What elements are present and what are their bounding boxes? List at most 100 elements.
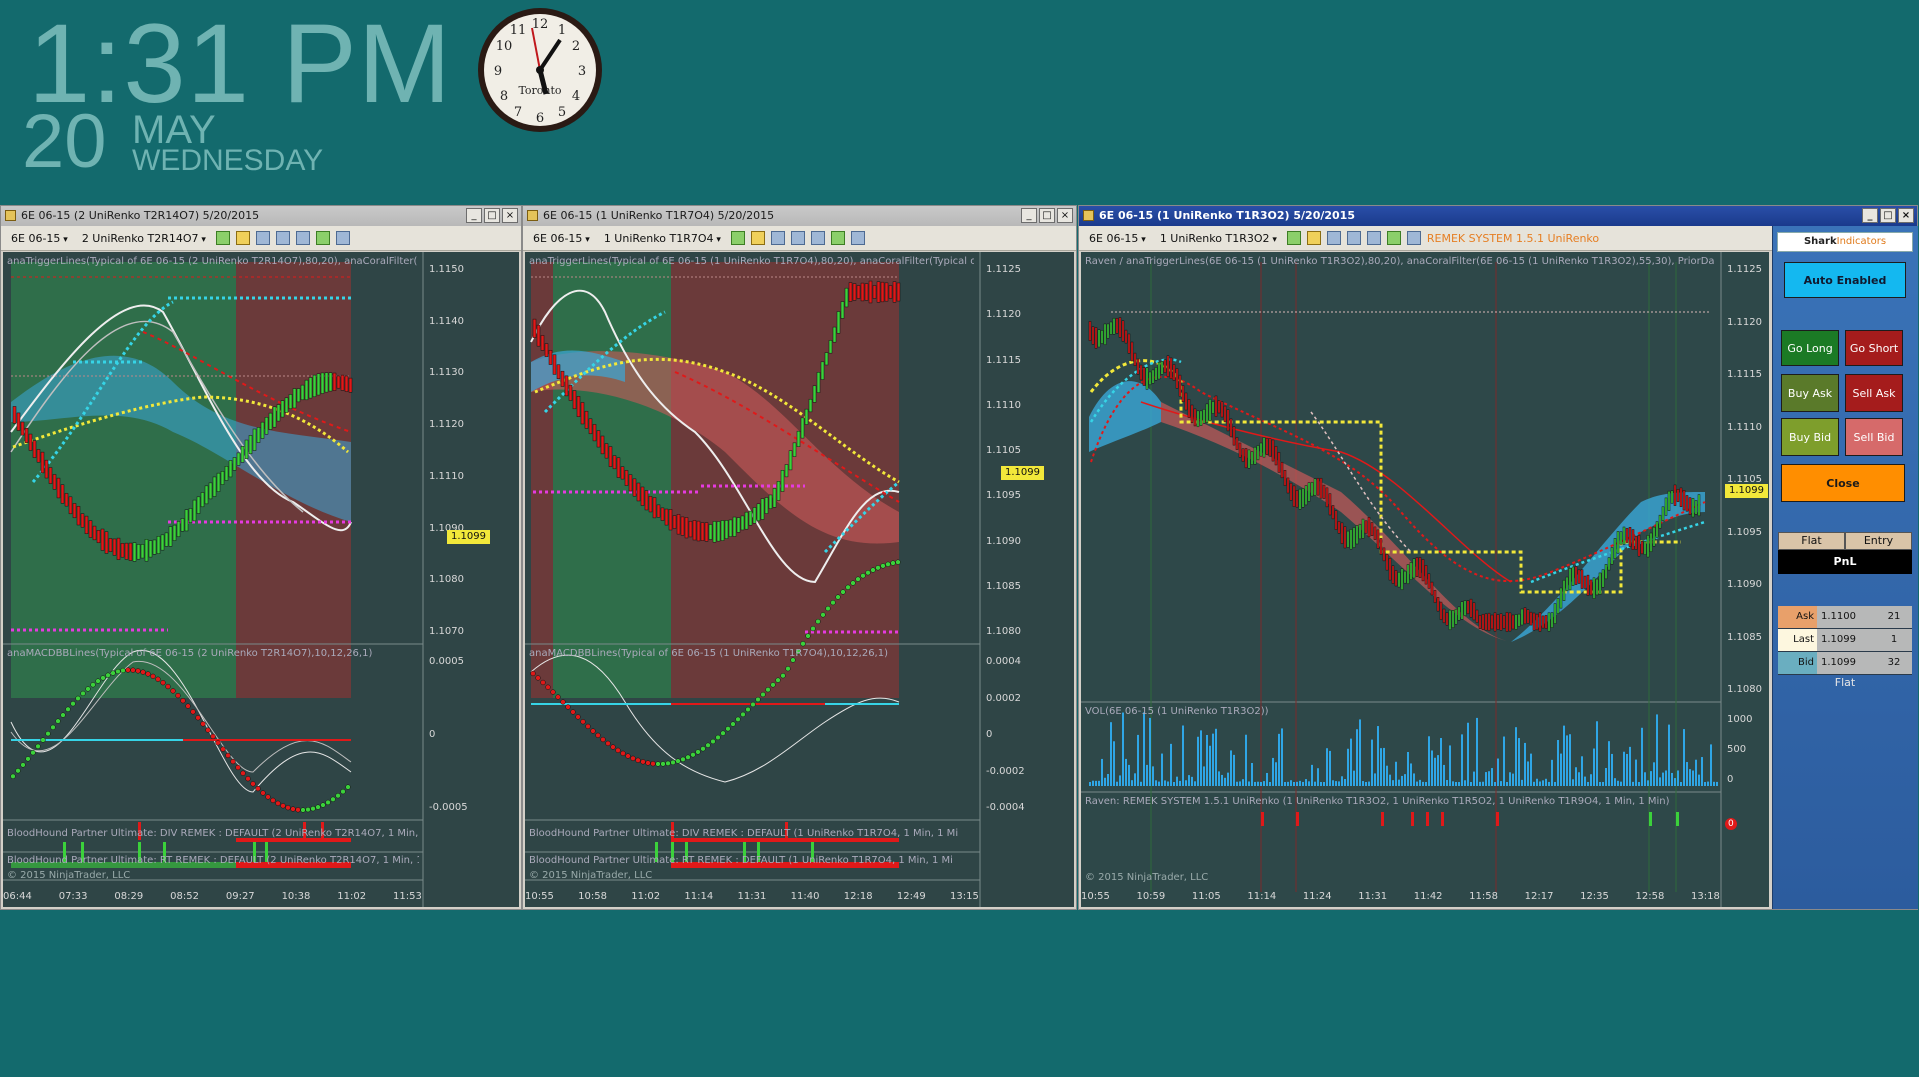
close-button[interactable]: ×: [1898, 208, 1914, 223]
sell-ask-button[interactable]: Sell Ask: [1845, 374, 1903, 412]
renko-bar: [1409, 562, 1413, 580]
macd-dot: [30, 750, 36, 756]
go-short-button[interactable]: Go Short: [1845, 330, 1903, 366]
renko-bar: [872, 285, 877, 299]
crosshair-icon[interactable]: [1326, 231, 1341, 245]
sell-bid-button[interactable]: Sell Bid: [1845, 418, 1903, 456]
volume-bar: [1599, 781, 1601, 786]
properties-icon[interactable]: [335, 231, 350, 245]
renko-bar: [1133, 352, 1137, 366]
indicators-icon[interactable]: [810, 231, 825, 245]
volume-bar: [1662, 772, 1664, 786]
renko-bar: [308, 377, 313, 399]
chart-window-1[interactable]: 6E 06-15 (2 UniRenko T2R14O7) 5/20/2015 …: [0, 205, 522, 910]
macd-dot: [170, 688, 176, 694]
macd-dot: [765, 686, 771, 693]
buy-bid-button[interactable]: Buy Bid: [1781, 418, 1839, 456]
instrument-selector[interactable]: 6E 06-15: [1085, 231, 1150, 246]
renko-bar: [1451, 610, 1455, 629]
renko-bar: [336, 375, 341, 389]
volume-bar: [1251, 763, 1253, 786]
go-long-button[interactable]: Go Long: [1781, 330, 1839, 366]
strategies-icon[interactable]: [830, 231, 845, 245]
volume-bar: [1563, 725, 1565, 786]
properties-icon[interactable]: [1406, 231, 1421, 245]
period-selector[interactable]: 1 UniRenko T1R7O4: [600, 231, 725, 246]
bar-type-icon[interactable]: [1286, 231, 1301, 245]
macd-dot: [535, 675, 541, 681]
renko-bar: [24, 427, 29, 443]
chart-window-2-titlebar[interactable]: 6E 06-15 (1 UniRenko T1R7O4) 5/20/2015 _…: [523, 206, 1076, 226]
axis-tick-label: 0.0004: [986, 656, 1021, 667]
renko-bar: [300, 384, 305, 401]
volume-bar: [1284, 781, 1286, 786]
zoom-icon[interactable]: [1346, 231, 1361, 245]
volume-bar: [1263, 781, 1265, 786]
renko-bar: [1688, 497, 1692, 515]
period-selector[interactable]: 2 UniRenko T2R14O7: [78, 231, 210, 246]
chart-area-1[interactable]: anaTriggerLines(Typical of 6E 06-15 (2 U…: [3, 252, 519, 907]
macd-dot: [305, 806, 311, 813]
renko-bar: [140, 544, 145, 559]
macd-dot: [855, 576, 861, 582]
copyright-label: © 2015 NinjaTrader, LLC: [529, 870, 653, 881]
close-position-button[interactable]: Close: [1781, 464, 1905, 502]
chart-area-3[interactable]: Raven / anaTriggerLines(6E 06-15 (1 UniR…: [1081, 252, 1769, 907]
pencil-draw-icon[interactable]: [235, 231, 250, 245]
maximize-button[interactable]: □: [484, 208, 500, 223]
maximize-button[interactable]: □: [1880, 208, 1896, 223]
volume-bar: [1665, 770, 1667, 786]
bar-type-icon[interactable]: [215, 231, 230, 245]
chart-window-2[interactable]: 6E 06-15 (1 UniRenko T1R7O4) 5/20/2015 _…: [522, 205, 1077, 910]
axis-tick-label: 0: [429, 729, 436, 740]
crosshair-icon[interactable]: [255, 231, 270, 245]
bar-type-icon[interactable]: [730, 231, 745, 245]
volume-bar: [1506, 781, 1508, 786]
volume-bar: [1125, 758, 1127, 786]
indicators-icon[interactable]: [295, 231, 310, 245]
volume-bar: [1590, 774, 1592, 786]
close-button[interactable]: ×: [502, 208, 518, 223]
crosshair-icon[interactable]: [770, 231, 785, 245]
minimize-button[interactable]: _: [466, 208, 482, 223]
renko-bar: [1604, 564, 1608, 580]
maximize-button[interactable]: □: [1039, 208, 1055, 223]
volume-bar: [1140, 781, 1142, 786]
auto-enabled-button[interactable]: Auto Enabled: [1784, 262, 1906, 298]
renko-bar: [576, 396, 581, 417]
period-selector[interactable]: 1 UniRenko T1R3O2: [1156, 231, 1281, 246]
minimize-button[interactable]: _: [1021, 208, 1037, 223]
properties-icon[interactable]: [850, 231, 865, 245]
renko-bar: [1646, 535, 1650, 558]
chart-window-1-titlebar[interactable]: 6E 06-15 (2 UniRenko T2R14O7) 5/20/2015 …: [1, 206, 521, 226]
buy-ask-button[interactable]: Buy Ask: [1781, 374, 1839, 412]
renko-bar: [1613, 538, 1617, 559]
pencil-draw-icon[interactable]: [750, 231, 765, 245]
renko-bar: [552, 354, 557, 375]
strategy-note: REMEK SYSTEM 1.5.1 UniRenko: [1426, 231, 1600, 245]
strategies-icon[interactable]: [1386, 231, 1401, 245]
pencil-draw-icon[interactable]: [1306, 231, 1321, 245]
instrument-selector[interactable]: 6E 06-15: [529, 231, 594, 246]
macd-dot: [760, 691, 766, 698]
renko-bar: [1397, 571, 1401, 588]
zoom-icon[interactable]: [790, 231, 805, 245]
volume-bar: [1287, 781, 1289, 786]
macd-dot: [650, 761, 656, 767]
renko-bar: [1343, 526, 1347, 549]
macd-dot: [735, 716, 741, 722]
renko-bar: [1109, 321, 1113, 335]
renko-bar: [580, 402, 585, 425]
strategies-icon[interactable]: [315, 231, 330, 245]
renko-bar: [16, 412, 21, 431]
renko-bar: [844, 287, 849, 308]
renko-bar: [1673, 484, 1677, 506]
chart-area-2[interactable]: anaTriggerLines(Typical of 6E 06-15 (1 U…: [525, 252, 1074, 907]
chart-window-3-titlebar[interactable]: 6E 06-15 (1 UniRenko T1R3O2) 5/20/2015 _…: [1079, 206, 1917, 226]
close-button[interactable]: ×: [1057, 208, 1073, 223]
indicators-icon[interactable]: [1366, 231, 1381, 245]
zoom-icon[interactable]: [275, 231, 290, 245]
minimize-button[interactable]: _: [1862, 208, 1878, 223]
instrument-selector[interactable]: 6E 06-15: [7, 231, 72, 246]
volume-bar: [1578, 772, 1580, 786]
